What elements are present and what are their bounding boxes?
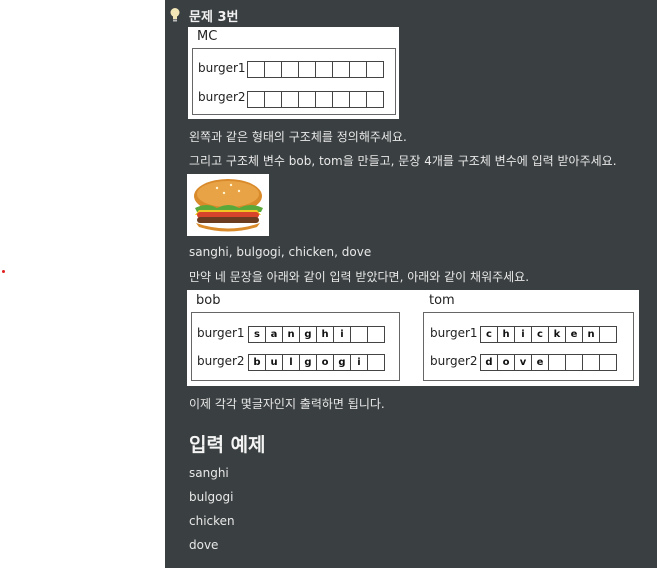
char-cell — [298, 91, 316, 108]
char-cell: i — [333, 326, 351, 343]
char-cell: h — [316, 326, 334, 343]
char-cell — [548, 354, 566, 371]
tom-row2-cells: dove — [480, 354, 617, 371]
char-cell: k — [548, 326, 566, 343]
bob-row2-label: burger2 — [197, 354, 245, 368]
input-line: chicken — [189, 514, 235, 528]
char-cell: e — [531, 354, 549, 371]
char-cell — [264, 91, 282, 108]
char-cell — [582, 354, 600, 371]
instruction-line-4: 이제 각각 몇글자인지 출력하면 됩니다. — [189, 397, 385, 411]
struct-row-label: burger2 — [198, 90, 246, 104]
char-cell: e — [565, 326, 583, 343]
char-cell — [281, 91, 299, 108]
instruction-line-2: 그리고 구조체 변수 bob, tom을 만들고, 문장 4개를 구조체 변수에… — [189, 154, 617, 168]
char-cell: d — [480, 354, 498, 371]
char-cell: g — [333, 354, 351, 371]
problem-panel: 문제 3번 MC burger1 burger2 왼쪽과 같은 형태의 구조체를… — [165, 0, 657, 568]
char-cell: g — [299, 326, 317, 343]
problem-title: 문제 3번 — [189, 10, 239, 25]
tom-row1-label: burger1 — [430, 326, 478, 340]
char-cell: n — [582, 326, 600, 343]
char-cell: h — [497, 326, 515, 343]
char-cell — [350, 326, 368, 343]
bob-name: bob — [196, 293, 221, 308]
instruction-line-3: 만약 네 문장을 아래와 같이 입력 받았다면, 아래와 같이 채워주세요. — [189, 270, 530, 284]
char-cell: l — [282, 354, 300, 371]
tom-row2-label: burger2 — [430, 354, 478, 368]
char-cell — [367, 354, 385, 371]
bob-box: burger1 sanghi burger2 bulgogi — [191, 312, 400, 381]
char-cells — [247, 91, 384, 108]
struct-inner-box: burger1 burger2 — [192, 48, 396, 115]
instruction-line-1: 왼쪽과 같은 형태의 구조체를 정의해주세요. — [189, 130, 407, 144]
struct-name: MC — [197, 29, 218, 44]
char-cell — [264, 61, 282, 78]
char-cell: i — [514, 326, 532, 343]
char-cell — [247, 91, 265, 108]
bob-row1-cells: sanghi — [248, 326, 385, 343]
input-line: sanghi — [189, 466, 229, 480]
bob-row2-cells: bulgogi — [248, 354, 385, 371]
char-cell — [367, 326, 385, 343]
struct-diagram: MC burger1 burger2 — [188, 27, 399, 119]
char-cell — [565, 354, 583, 371]
words-line: sanghi, bulgogi, chicken, dove — [189, 245, 372, 259]
char-cell: c — [480, 326, 498, 343]
char-cell: g — [299, 354, 317, 371]
char-cell: b — [248, 354, 266, 371]
char-cell — [599, 354, 617, 371]
char-cell — [332, 61, 350, 78]
char-cell: c — [531, 326, 549, 343]
char-cell: v — [514, 354, 532, 371]
char-cell — [366, 61, 384, 78]
char-cell — [298, 61, 316, 78]
char-cell: o — [497, 354, 515, 371]
char-cell — [349, 91, 367, 108]
char-cell — [281, 61, 299, 78]
char-cell — [315, 61, 333, 78]
char-cell — [366, 91, 384, 108]
char-cells — [247, 61, 384, 78]
char-cell: u — [265, 354, 283, 371]
lightbulb-icon — [170, 8, 180, 22]
red-dot-marker — [2, 270, 5, 273]
char-cell — [599, 326, 617, 343]
char-cell: a — [265, 326, 283, 343]
tom-box: burger1 chicken burger2 dove — [423, 312, 634, 381]
char-cell: s — [248, 326, 266, 343]
char-cell: n — [282, 326, 300, 343]
char-cell: o — [316, 354, 334, 371]
char-cell: i — [350, 354, 368, 371]
example-diagram: bob burger1 sanghi burger2 bulgogi tom b… — [187, 290, 639, 386]
char-cell — [315, 91, 333, 108]
tom-name: tom — [429, 293, 455, 308]
hamburger-image — [187, 174, 269, 236]
bob-row1-label: burger1 — [197, 326, 245, 340]
char-cell — [349, 61, 367, 78]
struct-row-label: burger1 — [198, 61, 246, 75]
input-line: bulgogi — [189, 490, 234, 504]
tom-row1-cells: chicken — [480, 326, 617, 343]
char-cell — [247, 61, 265, 78]
input-line: dove — [189, 538, 219, 552]
input-example-heading: 입력 예제 — [189, 434, 266, 456]
char-cell — [332, 91, 350, 108]
